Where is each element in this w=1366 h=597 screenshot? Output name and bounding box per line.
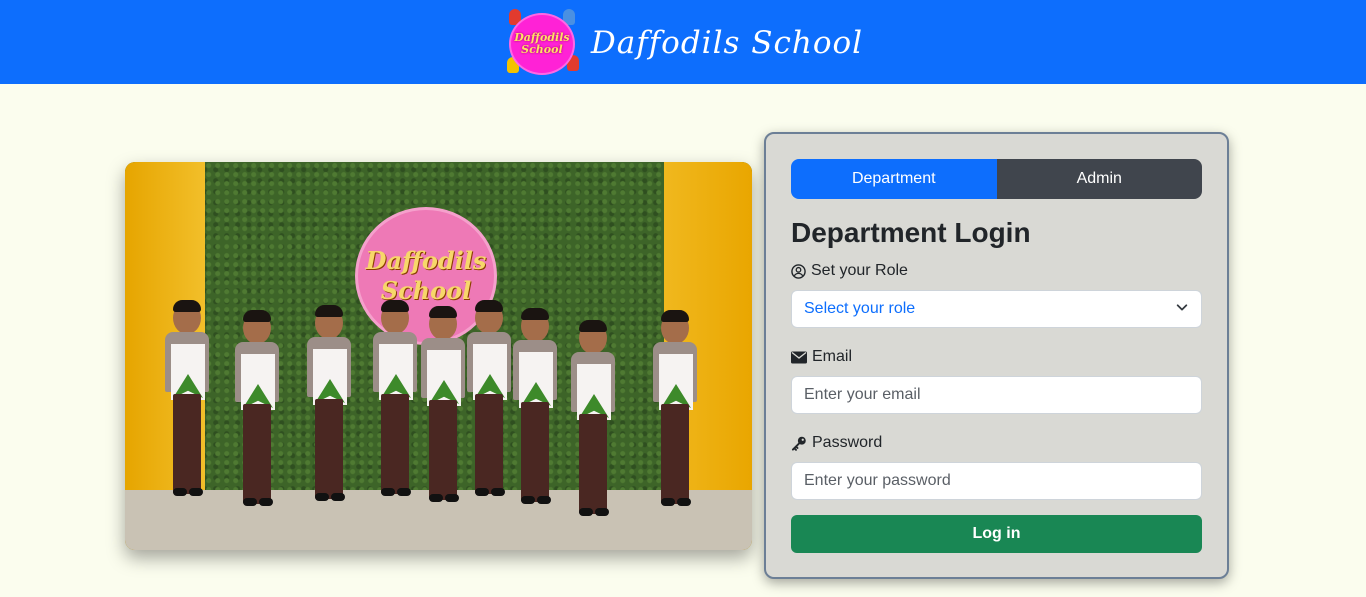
email-label-text: Email: [812, 348, 853, 365]
chevron-down-icon: [1175, 300, 1189, 319]
top-header: Daffodils School Daffodils School: [0, 0, 1366, 84]
kid-figure-icon: [562, 9, 575, 25]
logo-text-line2: School: [521, 43, 563, 56]
site-title: Daffodils School: [590, 25, 864, 61]
role-select-value: Select your role: [804, 300, 916, 317]
tab-admin[interactable]: Admin: [996, 159, 1202, 199]
tab-department[interactable]: Department: [791, 159, 997, 199]
role-label-text: Set your Role: [811, 262, 908, 279]
login-tabs: Department Admin: [791, 159, 1202, 199]
login-title: Department Login: [791, 217, 1031, 248]
email-label: Email: [791, 348, 852, 366]
key-icon: [791, 436, 807, 451]
role-label: Set your Role: [791, 262, 908, 280]
login-button[interactable]: Log in: [791, 515, 1202, 553]
role-select[interactable]: Select your role: [791, 290, 1202, 328]
password-label-text: Password: [812, 434, 883, 451]
logo-circle: Daffodils School: [510, 15, 573, 73]
password-field[interactable]: [791, 462, 1202, 500]
email-field[interactable]: [791, 376, 1202, 414]
login-card: Department Admin Department Login Set yo…: [764, 132, 1229, 579]
password-label: Password: [791, 434, 882, 452]
user-circle-icon: [791, 263, 806, 279]
photo-sign-line1: Daffodils: [365, 246, 487, 275]
school-photo: Daffodils School: [125, 162, 752, 550]
brand[interactable]: Daffodils School Daffodils School: [505, 7, 863, 77]
school-logo: Daffodils School: [505, 7, 581, 77]
envelope-icon: [791, 351, 807, 364]
